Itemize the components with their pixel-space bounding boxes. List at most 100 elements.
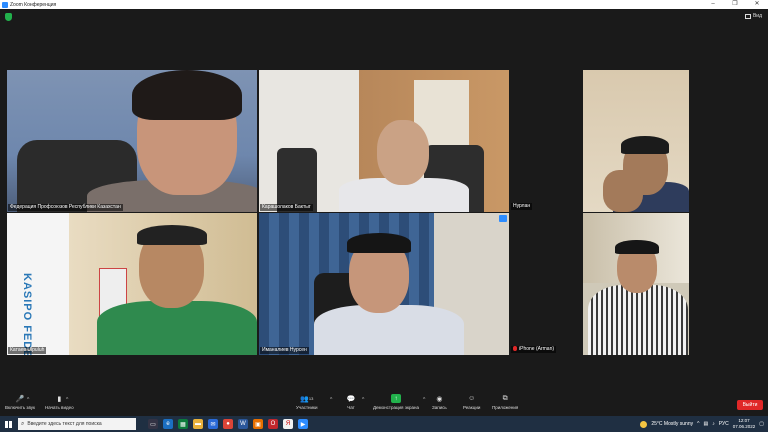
banner-text: KASIPO FEDERA [21,273,33,355]
meeting-topbar: Вид [0,9,768,25]
clock-date: 07.06.2022 [732,424,756,429]
tray-up-arrow-icon[interactable]: ^ [697,421,699,427]
yandex-icon[interactable]: Я [283,419,293,429]
participant-hair [347,233,411,253]
search-placeholder: Введите здесь текст для поиска [27,421,102,427]
share-screen-label: Демонстрация экрана [373,405,419,410]
video-tile-6[interactable] [583,213,689,355]
system-tray: 25°C Mostly sunny ^ ▤ ♪ РУС 12:07 07.06.… [640,416,764,432]
leave-button[interactable]: Выйти [737,400,763,410]
unmute-label: Включить звук [5,405,36,410]
participants-label: Участники [296,405,318,410]
start-video-button[interactable]: ▮ Начать видео [45,394,74,411]
reactions-icon: ☺ [468,395,476,402]
zoom-app-icon [2,1,8,8]
chrome-icon[interactable]: ● [223,419,233,429]
video-tile-1[interactable]: Федерация Профсоюзов Республики Казахста… [7,70,257,212]
search-icon: ⌕ [21,420,25,427]
start-video-label: Начать видео [45,405,74,410]
file-explorer-icon[interactable]: ▬ [193,419,203,429]
taskbar-apps: ▭ e ▦ ▬ ✉ ● W ▣ O Я ▶ [148,419,308,429]
os-taskbar: ⌕ Введите здесь текст для поиска ▭ e ▦ ▬… [0,416,768,432]
opera-icon[interactable]: O [268,419,278,429]
edge-browser-icon[interactable]: e [163,419,173,429]
participant-hair [132,70,242,120]
participant-name: Федерация Профсоюзов Республики Казахста… [8,204,123,211]
chat-icon: 💬 [346,395,356,403]
zoom-taskbar-icon[interactable]: ▶ [298,419,308,429]
store-icon[interactable]: ▦ [178,419,188,429]
video-tile-4-active-speaker[interactable]: KASIPO FEDERA Катаев Ulpuluh [7,213,257,355]
participant-body [97,301,257,355]
audio-options-caret[interactable]: ^ [27,397,29,403]
language-indicator[interactable]: РУС [719,421,729,427]
photos-icon[interactable]: ▣ [253,419,263,429]
network-icon[interactable]: ▤ [703,421,708,427]
participant-hair [621,136,669,154]
view-button[interactable]: Вид [744,13,762,19]
share-screen-button[interactable]: ↑ Демонстрация экрана [373,394,419,410]
participants-icon: 👥 13 [300,395,314,403]
record-icon: ◉ [436,395,443,403]
background-banner: KASIPO FEDERA [7,213,69,355]
record-button[interactable]: ◉ Запись [432,394,447,411]
apps-button[interactable]: ⧉ Приложения [492,394,519,411]
reactions-label: Реакции [463,405,481,410]
record-label: Запись [432,405,447,410]
apps-label: Приложения [492,405,519,410]
apps-icon: ⧉ [502,394,508,402]
notifications-icon[interactable]: ▢ [759,421,764,427]
participant-name: iPhone (Arman) [519,346,555,352]
muted-mic-icon [513,346,517,352]
chat-button[interactable]: 💬 Чат [346,394,356,411]
participant-name: Нурлан [511,203,533,210]
participant-face [377,120,429,185]
chat-label: Чат [347,405,355,410]
security-shield-icon[interactable] [5,13,12,21]
windows-logo-icon [4,420,12,428]
meeting-toolbar: 🎤 Включить звук ^ ▮ Начать видео ^ 👥 13 У… [0,392,768,416]
close-button[interactable]: ✕ [746,0,768,9]
video-tile-5[interactable]: Иманалиев Нурсен [259,213,509,355]
participant-name: Карашолаков Бактыг [260,204,313,211]
unmute-button[interactable]: 🎤 Включить звук [5,394,36,411]
participant-body [314,305,464,355]
clock[interactable]: 12:07 07.06.2022 [733,418,756,430]
participant-body [588,285,688,355]
video-tile-2[interactable]: Карашолаков Бактыг [259,70,509,212]
share-screen-icon: ↑ [390,394,401,403]
participant-name-muted: iPhone (Arman) [511,346,557,353]
participants-count: 13 [308,396,314,401]
chat-options-caret[interactable]: ^ [362,397,364,403]
maximize-button[interactable]: ❐ [724,0,746,9]
mail-icon[interactable]: ✉ [208,419,218,429]
reactions-button[interactable]: ☺ Реакции [463,394,480,410]
word-icon[interactable]: W [238,419,248,429]
participant-name: Катаев Ulpuluh [8,347,47,354]
window-controls: – ❐ ✕ [702,0,768,9]
background-coat [277,148,317,212]
grid-view-icon [744,13,751,19]
task-view-icon[interactable]: ▭ [148,419,158,429]
video-options-caret[interactable]: ^ [66,397,68,403]
video-off-icon: ▮ [57,395,62,403]
window-titlebar: Zoom Конференция – ❐ ✕ [0,0,768,9]
view-label: Вид [752,13,762,19]
start-button[interactable] [0,416,16,432]
share-options-caret[interactable]: ^ [423,397,425,403]
participant-hair [615,240,659,254]
participant-hand [603,170,643,212]
tile-options-icon[interactable] [499,215,507,222]
taskbar-search-box[interactable]: ⌕ Введите здесь текст для поиска [18,418,136,430]
window-title: Zoom Конференция [10,1,57,8]
volume-icon[interactable]: ♪ [712,421,715,427]
participants-options-caret[interactable]: ^ [330,397,332,403]
weather-text[interactable]: 25°C Mostly sunny [651,421,693,427]
weather-sun-icon [640,420,648,428]
participants-button[interactable]: 👥 13 Участники [296,394,318,411]
participant-name: Иманалиев Нурсен [260,347,309,354]
minimize-button[interactable]: – [702,0,724,9]
participant-hair [137,225,207,245]
video-tile-3[interactable] [583,70,689,212]
mic-muted-icon: 🎤 [15,395,25,403]
